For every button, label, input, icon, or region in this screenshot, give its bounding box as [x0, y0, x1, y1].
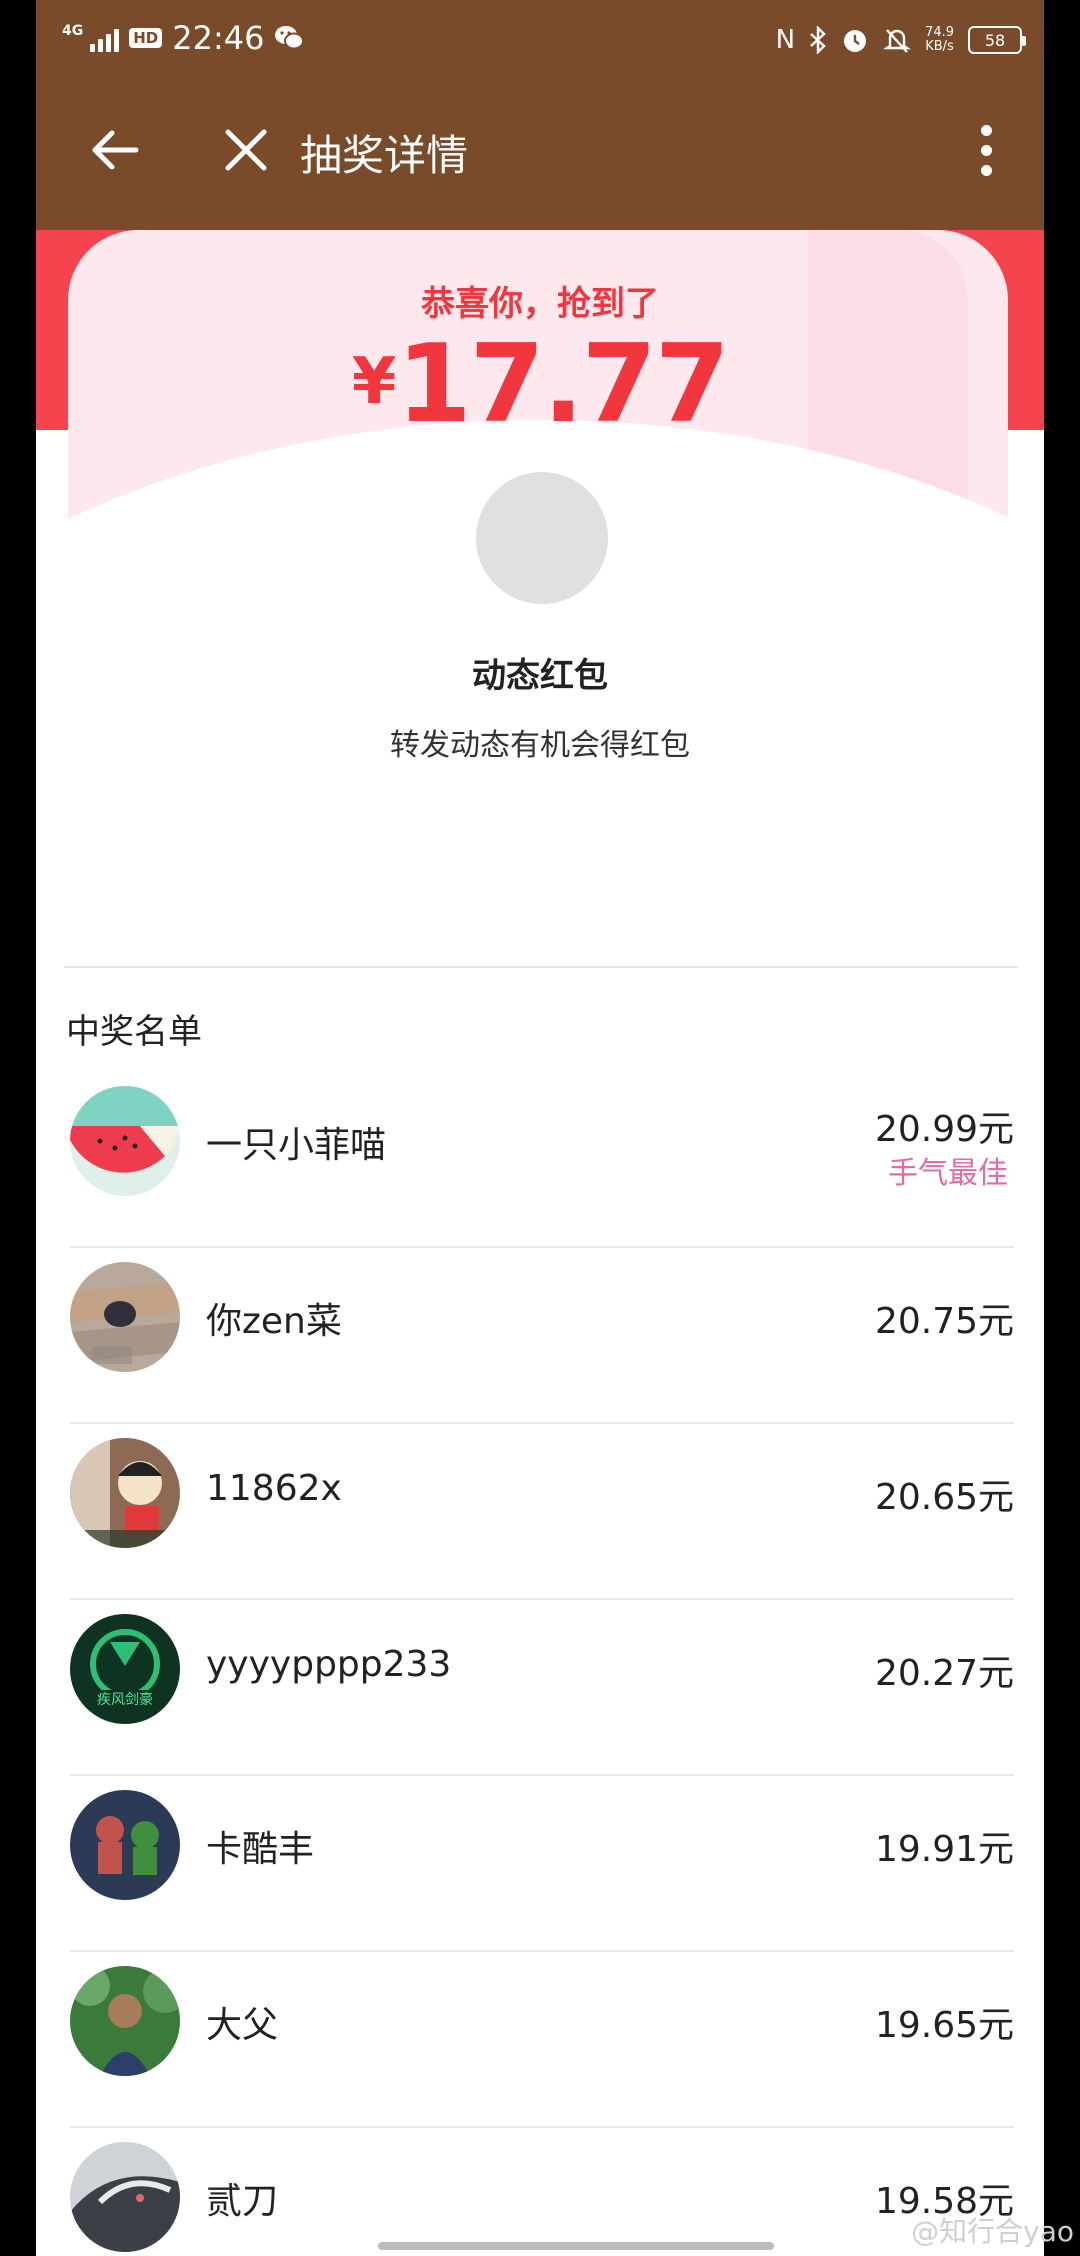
list-item[interactable]: 一只小菲喵 20.99元 手气最佳	[36, 1072, 1044, 1248]
winner-amount: 19.91元	[874, 1829, 1014, 1870]
list-item[interactable]: 疾风剑豪 yyyypppp233 20.27元	[36, 1600, 1044, 1776]
wechat-icon	[275, 26, 305, 50]
winner-name: 贰刀	[206, 2181, 279, 2222]
hd-badge: HD	[129, 28, 163, 48]
list-item[interactable]: 卡酷丰 19.91元	[36, 1776, 1044, 1952]
winners-list: 一只小菲喵 20.99元 手气最佳 你zen菜 20.75元 11862x 20…	[36, 1072, 1044, 2256]
avatar[interactable]	[70, 1966, 180, 2076]
close-icon[interactable]	[216, 120, 276, 180]
winner-name: 大父	[206, 2005, 279, 2046]
winner-amount: 20.75元	[874, 1301, 1014, 1342]
battery-level: 58	[984, 30, 1006, 50]
home-indicator[interactable]	[378, 2242, 774, 2250]
avatar[interactable]	[70, 1086, 180, 1196]
divider	[64, 966, 1018, 968]
avatar[interactable]	[70, 2142, 180, 2252]
more-options-icon[interactable]	[974, 120, 998, 180]
back-arrow-icon[interactable]	[86, 120, 146, 180]
list-item[interactable]: 11862x 20.65元	[36, 1424, 1044, 1600]
won-amount: ¥17.77	[36, 322, 1044, 447]
sender-avatar[interactable]	[476, 472, 608, 604]
winners-list-title: 中奖名单	[66, 1012, 202, 1052]
winner-amount: 20.27元	[874, 1653, 1014, 1694]
list-item[interactable]: 大父 19.65元	[36, 1952, 1044, 2128]
amount-value: 17.77	[396, 322, 730, 447]
signal-icon: 4G	[62, 23, 120, 52]
avatar[interactable]	[70, 1438, 180, 1548]
avatar[interactable]	[70, 1262, 180, 1372]
battery-icon: 58	[968, 26, 1026, 54]
page-title: 抽奖详情	[300, 131, 469, 180]
svg-text:疾风剑豪: 疾风剑豪	[97, 1692, 153, 1708]
list-item[interactable]: 你zen菜 20.75元	[36, 1248, 1044, 1424]
nfc-icon: N	[775, 25, 796, 55]
best-luck-badge: 手气最佳	[888, 1156, 1008, 1191]
bluetooth-icon	[810, 26, 826, 54]
network-type: 4G	[62, 23, 84, 39]
status-bar: 4G HD 22:46 N 74.9 KB/s 58	[36, 0, 1044, 80]
alarm-icon	[844, 30, 867, 52]
app-bar: 抽奖详情	[36, 80, 1044, 230]
watermark: @知行合yao	[911, 2215, 1074, 2248]
status-time: 22:46	[172, 19, 265, 57]
mute-icon	[883, 29, 912, 53]
winner-name: yyyypppp233	[206, 1644, 452, 1685]
winner-name: 11862x	[206, 1468, 342, 1509]
congrats-text: 恭喜你，抢到了	[421, 284, 659, 324]
net-speed: 74.9 KB/s	[925, 25, 954, 54]
screen: 4G HD 22:46 N 74.9 KB/s 58 抽奖详情 恭喜你，抢到了 …	[36, 0, 1044, 2256]
red-packet-subtitle: 转发动态有机会得红包	[390, 728, 690, 763]
winner-name: 一只小菲喵	[206, 1125, 387, 1166]
winner-amount: 20.99元	[874, 1109, 1014, 1150]
list-item[interactable]: 贰刀 19.58元	[36, 2128, 1044, 2256]
winner-amount: 20.65元	[874, 1477, 1014, 1518]
winner-name: 卡酷丰	[206, 1829, 315, 1870]
winner-name: 你zen菜	[206, 1301, 342, 1342]
avatar[interactable]	[70, 1790, 180, 1900]
avatar[interactable]: 疾风剑豪	[70, 1614, 180, 1724]
currency-symbol: ¥	[351, 345, 397, 419]
red-packet-title: 动态红包	[472, 656, 608, 696]
winner-amount: 19.65元	[874, 2005, 1014, 2046]
